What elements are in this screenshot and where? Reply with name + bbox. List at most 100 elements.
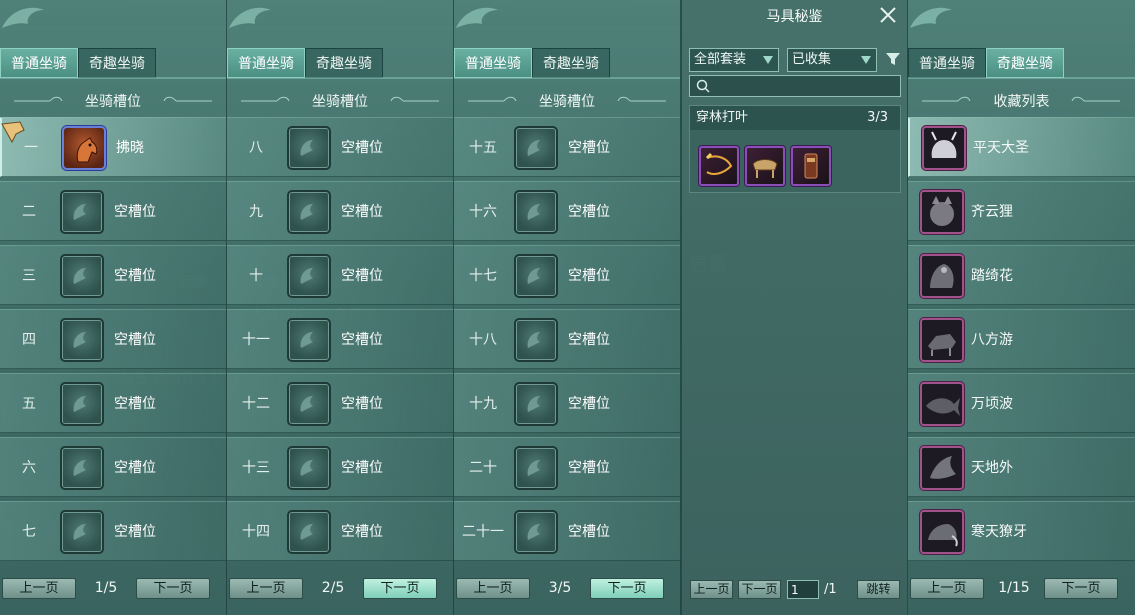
- cloud-swirl-icon: [910, 7, 952, 28]
- close-icon[interactable]: [877, 4, 899, 26]
- slot-row[interactable]: 二 空槽位: [0, 181, 226, 241]
- slot-label: 空槽位: [568, 332, 610, 348]
- saddle-icon[interactable]: [745, 146, 785, 186]
- collection-item[interactable]: 天地外: [908, 437, 1135, 497]
- slot-row[interactable]: 十二 空槽位: [227, 373, 453, 433]
- slot-row[interactable]: 九 空槽位: [227, 181, 453, 241]
- empty-slot-icon[interactable]: [60, 254, 104, 298]
- empty-slot-icon[interactable]: [60, 382, 104, 426]
- slot-number: 十三: [242, 460, 270, 476]
- empty-slot-icon[interactable]: [514, 446, 558, 490]
- slot-row[interactable]: 六 空槽位: [0, 437, 226, 497]
- next-page-button[interactable]: 下一页: [1044, 578, 1118, 599]
- slot-number: 十四: [242, 524, 270, 540]
- collection-item-name: 万顷波: [971, 396, 1013, 412]
- empty-slot-icon[interactable]: [287, 382, 331, 426]
- prev-page-button[interactable]: 上一页: [2, 578, 76, 599]
- search-box[interactable]: [689, 75, 901, 97]
- slot-label: 空槽位: [114, 524, 156, 540]
- empty-slot-icon[interactable]: [514, 190, 558, 234]
- slot-label: 空槽位: [568, 524, 610, 540]
- empty-slot-icon[interactable]: [514, 126, 558, 170]
- slot-number: 十二: [242, 396, 270, 412]
- next-page-button[interactable]: 下一页: [738, 580, 781, 599]
- slot-row[interactable]: 八 空槽位: [227, 117, 453, 177]
- empty-slot-icon[interactable]: [514, 382, 558, 426]
- next-page-button[interactable]: 下一页: [590, 578, 664, 599]
- collect-filter-dropdown[interactable]: 已收集: [787, 48, 877, 72]
- collection-item-name: 平天大圣: [973, 140, 1029, 156]
- empty-slot-icon[interactable]: [287, 510, 331, 554]
- slot-row[interactable]: 十七 空槽位: [454, 245, 680, 305]
- empty-slot-icon[interactable]: [287, 190, 331, 234]
- collection-item[interactable]: 八方游: [908, 309, 1135, 369]
- collection-item[interactable]: 齐云狸: [908, 181, 1135, 241]
- empty-slot-icon[interactable]: [514, 254, 558, 298]
- horse-portrait-icon[interactable]: [62, 126, 106, 170]
- slot-row[interactable]: 三 空槽位: [0, 245, 226, 305]
- next-page-button[interactable]: 下一页: [136, 578, 210, 599]
- set-filter-dropdown[interactable]: 全部套装: [689, 48, 779, 72]
- empty-slot-icon[interactable]: [514, 318, 558, 362]
- empty-slot-icon[interactable]: [60, 510, 104, 554]
- slot-row[interactable]: 二十一 空槽位: [454, 501, 680, 561]
- section-title: 坐骑槽位: [539, 94, 595, 110]
- page-number-input[interactable]: [787, 580, 819, 599]
- mount-slot-panel-1: 普通坐骑 奇趣坐骑 坐骑槽位 一 拂晓 二 空槽位 三 空槽位 四 空槽位 五 …: [0, 0, 227, 615]
- slot-row[interactable]: 十六 空槽位: [454, 181, 680, 241]
- slot-row[interactable]: 十九 空槽位: [454, 373, 680, 433]
- empty-slot-icon[interactable]: [60, 446, 104, 490]
- collection-item[interactable]: 平天大圣: [908, 117, 1135, 177]
- stirrup-icon[interactable]: [791, 146, 831, 186]
- collection-item[interactable]: 万顷波: [908, 373, 1135, 433]
- slot-number: 六: [22, 460, 36, 476]
- slot-label: 空槽位: [568, 460, 610, 476]
- tab-normal-mount[interactable]: 普通坐骑: [227, 48, 305, 78]
- collection-item-name: 寒天獠牙: [971, 524, 1027, 540]
- slot-number: 十九: [469, 396, 497, 412]
- prev-page-button[interactable]: 上一页: [690, 580, 733, 599]
- empty-slot-icon[interactable]: [60, 318, 104, 362]
- search-input[interactable]: [714, 78, 894, 94]
- slot-row[interactable]: 二十 空槽位: [454, 437, 680, 497]
- slot-number: 九: [249, 204, 263, 220]
- empty-slot-icon[interactable]: [287, 446, 331, 490]
- slot-row[interactable]: 七 空槽位: [0, 501, 226, 561]
- tusk-beast-icon: [920, 510, 964, 554]
- prev-page-button[interactable]: 上一页: [229, 578, 303, 599]
- tab-normal-mount[interactable]: 普通坐骑: [0, 48, 78, 78]
- slot-row[interactable]: 一 拂晓: [0, 117, 226, 177]
- empty-slot-icon[interactable]: [60, 190, 104, 234]
- prev-page-button[interactable]: 上一页: [910, 578, 984, 599]
- empty-slot-icon[interactable]: [287, 126, 331, 170]
- slot-row[interactable]: 十三 空槽位: [227, 437, 453, 497]
- empty-slot-icon[interactable]: [514, 510, 558, 554]
- slot-row[interactable]: 十八 空槽位: [454, 309, 680, 369]
- collection-item[interactable]: 踏绮花: [908, 245, 1135, 305]
- slot-row[interactable]: 四 空槽位: [0, 309, 226, 369]
- empty-slot-icon[interactable]: [287, 254, 331, 298]
- section-title: 收藏列表: [993, 94, 1050, 110]
- slot-row[interactable]: 十五 空槽位: [454, 117, 680, 177]
- tab-fun-mount[interactable]: 奇趣坐骑: [532, 48, 610, 78]
- slot-row[interactable]: 十一 空槽位: [227, 309, 453, 369]
- tab-fun-mount[interactable]: 奇趣坐骑: [305, 48, 383, 78]
- tab-fun-mount[interactable]: 奇趣坐骑: [986, 48, 1064, 78]
- tab-normal-mount[interactable]: 普通坐骑: [454, 48, 532, 78]
- whip-icon[interactable]: [699, 146, 739, 186]
- jump-button[interactable]: 跳转: [857, 580, 900, 599]
- slot-row[interactable]: 十 空槽位: [227, 245, 453, 305]
- slot-row[interactable]: 五 空槽位: [0, 373, 226, 433]
- slot-number: 八: [249, 140, 263, 156]
- cloud-swirl-icon: [456, 7, 498, 28]
- slot-number: 十: [249, 268, 263, 284]
- empty-slot-icon[interactable]: [287, 318, 331, 362]
- next-page-button[interactable]: 下一页: [363, 578, 437, 599]
- prev-page-button[interactable]: 上一页: [456, 578, 530, 599]
- tack-set-card[interactable]: 穿林打叶 3/3: [689, 105, 901, 193]
- filter-icon[interactable]: [885, 51, 901, 67]
- tab-fun-mount[interactable]: 奇趣坐骑: [78, 48, 156, 78]
- tab-normal-mount[interactable]: 普通坐骑: [908, 48, 986, 78]
- slot-row[interactable]: 十四 空槽位: [227, 501, 453, 561]
- collection-item[interactable]: 寒天獠牙: [908, 501, 1135, 561]
